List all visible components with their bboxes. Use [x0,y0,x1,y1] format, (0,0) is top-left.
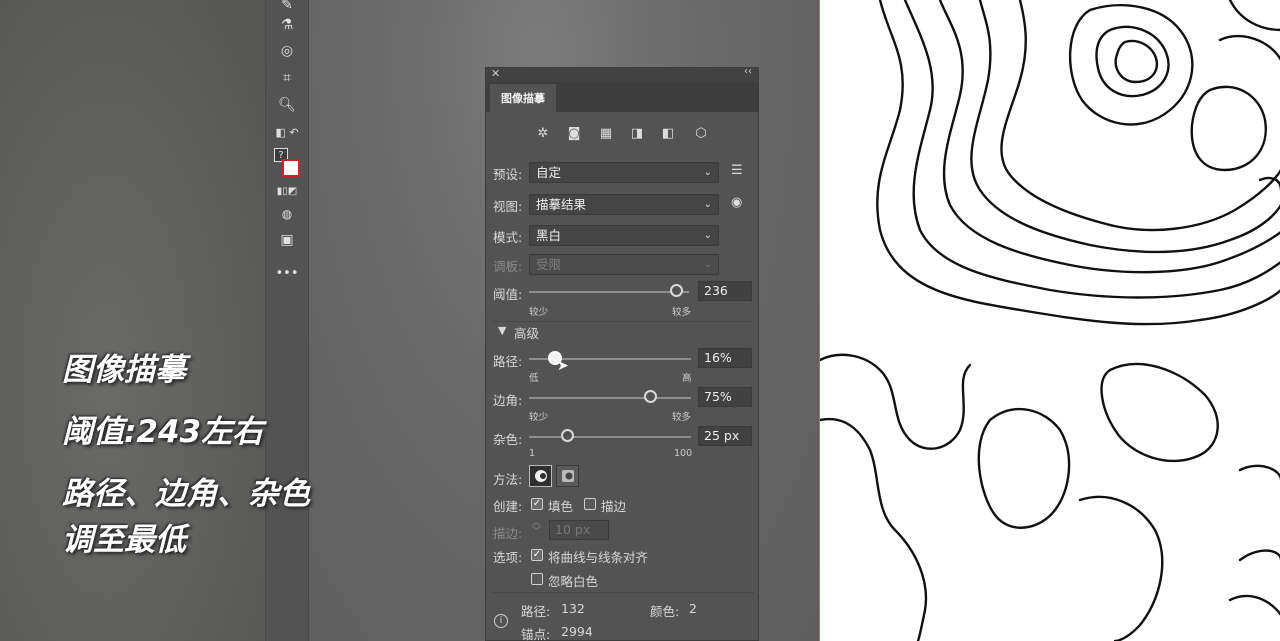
advanced-label[interactable]: 高级 [514,323,539,342]
threshold-max-label: 较多 [672,307,692,318]
view-select[interactable]: 描摹结果 ⌄ [529,194,719,215]
overlapping-method-icon[interactable] [556,465,579,487]
palette-value: 受限 [536,257,562,272]
view-value: 描摹结果 [536,197,587,212]
draw-mode-icon[interactable]: ◍ [275,203,299,225]
stroke-color-swatch-icon[interactable] [282,159,300,177]
eye-icon[interactable]: ◉ [731,195,742,210]
close-icon[interactable]: ✕ [491,67,500,80]
stat-colors-value: 2 [689,601,697,616]
stat-colors-label: 颜色: [650,604,680,619]
tab-image-trace[interactable]: 图像描摹 [490,84,556,112]
method-label: 方法: [493,472,523,487]
blend-tool-icon[interactable]: ⚗ [275,14,299,36]
stat-paths-value: 132 [561,601,585,616]
caption-sliders: 路径、边角、杂色 [62,476,310,512]
color-mode-icons[interactable]: ▮▯◩ [275,180,299,202]
preset-value: 自定 [536,165,562,180]
chevron-down-icon: ⌄ [703,259,712,270]
symbol-sprayer-icon[interactable]: ◎ [275,40,299,62]
chevron-down-icon: ⌄ [703,167,712,178]
threshold-slider-knob[interactable] [670,284,684,297]
outline-icon[interactable]: ⬡ [691,123,711,143]
crop-tool-icon[interactable]: ⌗ [275,67,299,89]
divider [492,321,754,322]
threshold-min-label: 较少 [529,307,549,318]
panel-titlebar: ✕ ‹‹ [486,66,758,82]
corners-input[interactable]: 75% [698,387,752,407]
grayscale-icon[interactable]: ◨ [627,123,647,143]
stepper-arrows-icon: ︿ ﹀ [532,518,542,537]
caption-title: 图像描摹 [62,352,186,388]
corners-label: 边角: [493,393,523,408]
noise-input[interactable]: 25 px [698,426,752,446]
paths-label: 路径: [493,354,523,369]
paths-input[interactable]: 16% [698,348,752,368]
divider [492,592,754,593]
zoom-tool-icon[interactable]: 🔍︎ [275,94,299,116]
paths-max-label: 高 [682,373,692,384]
palette-label: 调板: [493,259,523,274]
noise-min-label: 1 [529,448,536,459]
preset-select[interactable]: 自定 ⌄ [529,162,719,183]
stroke-width-label: 描边: [493,526,523,541]
stroke-checkbox[interactable] [584,498,596,510]
mode-select[interactable]: 黑白 ⌄ [529,225,719,246]
options-label: 选项: [493,550,523,565]
fill-label: 填色 [548,499,574,514]
default-fill-stroke-icon[interactable]: ◧ ↶ [275,121,299,143]
low-color-icon[interactable]: ▦ [596,123,616,143]
noise-slider-knob[interactable] [561,429,575,442]
corners-slider-knob[interactable] [643,390,657,403]
view-label: 视图: [493,199,523,214]
screen-mode-icon[interactable]: ▣ [275,229,299,251]
chevron-down-icon: ⌄ [703,199,712,210]
tools-panel: ✎ ⚗ ◎ ⌗ 🔍︎ ◧ ↶ ? ▮▯◩ ◍ ▣ ••• [265,0,309,641]
noise-label: 杂色: [493,432,523,447]
artboard-traced-image[interactable] [819,0,1280,641]
triangle-down-icon[interactable]: ▼ [498,324,506,337]
black-white-icon[interactable]: ◧ [658,123,678,143]
info-icon[interactable]: i [494,614,508,628]
mouse-cursor-icon: ➤ [557,358,569,374]
ignore-white-label: 忽略白色 [548,574,599,589]
panel-tabbar: 图像描摹 [486,82,758,112]
ignore-white-checkbox[interactable] [531,573,543,585]
stroke-label: 描边 [601,499,627,514]
list-icon[interactable]: ☰ [731,163,743,178]
paths-min-label: 低 [529,373,539,384]
threshold-label: 阈值: [493,287,523,302]
corners-max-label: 较多 [672,412,692,423]
threshold-slider-track[interactable] [529,291,689,293]
corners-min-label: 较少 [529,412,549,423]
caption-threshold: 阈值:243左右 [62,414,264,450]
preset-icon-row: ✲ ◙ ▦ ◨ ◧ ⬡ [486,123,760,143]
mode-value: 黑白 [536,228,562,243]
threshold-input[interactable]: 236 [698,281,752,301]
corners-slider-track[interactable] [529,397,691,399]
palette-select: 受限 ⌄ [529,254,719,275]
auto-color-icon[interactable]: ✲ [533,123,553,143]
image-trace-panel: ✕ ‹‹ 图像描摹 ✲ ◙ ▦ ◨ ◧ ⬡ 预设: 自定 ⌄ ☰ 视图: 描摹结… [485,66,760,641]
stat-paths-label: 路径: [521,604,551,619]
noise-max-label: 100 [674,448,693,459]
method-buttons [529,465,589,487]
stroke-width-input: 10 px [549,520,609,540]
collapse-icon[interactable]: ‹‹ [744,66,752,77]
camera-icon[interactable]: ◙ [564,123,584,143]
contour-line-art [820,0,1280,641]
abutting-method-icon[interactable] [529,465,552,487]
caption-lowest: 调至最低 [62,522,186,558]
preset-label: 预设: [493,167,523,182]
snap-curves-checkbox[interactable]: ✓ [531,549,543,561]
create-label: 创建: [493,499,523,514]
stat-anchors-label: 锚点: [521,627,551,641]
stat-anchors-value: 2994 [561,624,593,639]
more-tools-icon[interactable]: ••• [275,262,299,284]
noise-slider-track[interactable] [529,436,691,438]
fill-checkbox[interactable]: ✓ [531,498,543,510]
chevron-down-icon: ⌄ [703,230,712,241]
mode-label: 模式: [493,230,523,245]
snap-curves-label: 将曲线与线条对齐 [548,550,649,565]
